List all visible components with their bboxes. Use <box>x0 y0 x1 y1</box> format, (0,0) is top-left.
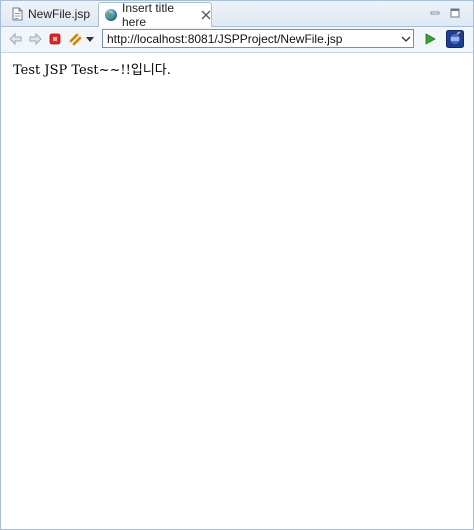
close-icon[interactable] <box>201 10 211 20</box>
browser-content-area: Test JSP Test~~!!입니다. <box>1 53 473 529</box>
tab-label: Insert title here <box>122 1 175 29</box>
jsp-file-icon <box>12 7 23 21</box>
eclipse-icon[interactable] <box>446 30 464 48</box>
url-text[interactable]: http://localhost:8081/JSPProject/NewFile… <box>107 32 342 46</box>
forward-arrow-icon[interactable] <box>28 32 42 46</box>
tab-label: NewFile.jsp <box>28 7 91 21</box>
go-icon[interactable] <box>423 32 437 46</box>
maximize-icon[interactable] <box>449 7 461 19</box>
chevron-down-icon[interactable] <box>401 34 411 44</box>
minimize-icon[interactable] <box>429 7 441 19</box>
editor-tab-bar: NewFile.jsp Insert title here <box>1 1 473 29</box>
stop-icon[interactable] <box>48 32 62 46</box>
tab-insert-title-here[interactable]: Insert title here <box>98 1 212 29</box>
url-address-field[interactable]: http://localhost:8081/JSPProject/NewFile… <box>102 29 414 48</box>
page-body-text: Test JSP Test~~!!입니다. <box>13 63 171 78</box>
dropdown-icon[interactable] <box>85 32 95 46</box>
browser-window: NewFile.jsp Insert title here http://loc… <box>0 0 474 530</box>
tab-newfile-jsp[interactable]: NewFile.jsp <box>5 3 97 25</box>
browser-toolbar: http://localhost:8081/JSPProject/NewFile… <box>1 27 473 53</box>
back-arrow-icon[interactable] <box>9 32 23 46</box>
refresh-icon[interactable] <box>68 32 82 46</box>
globe-icon <box>105 9 117 21</box>
